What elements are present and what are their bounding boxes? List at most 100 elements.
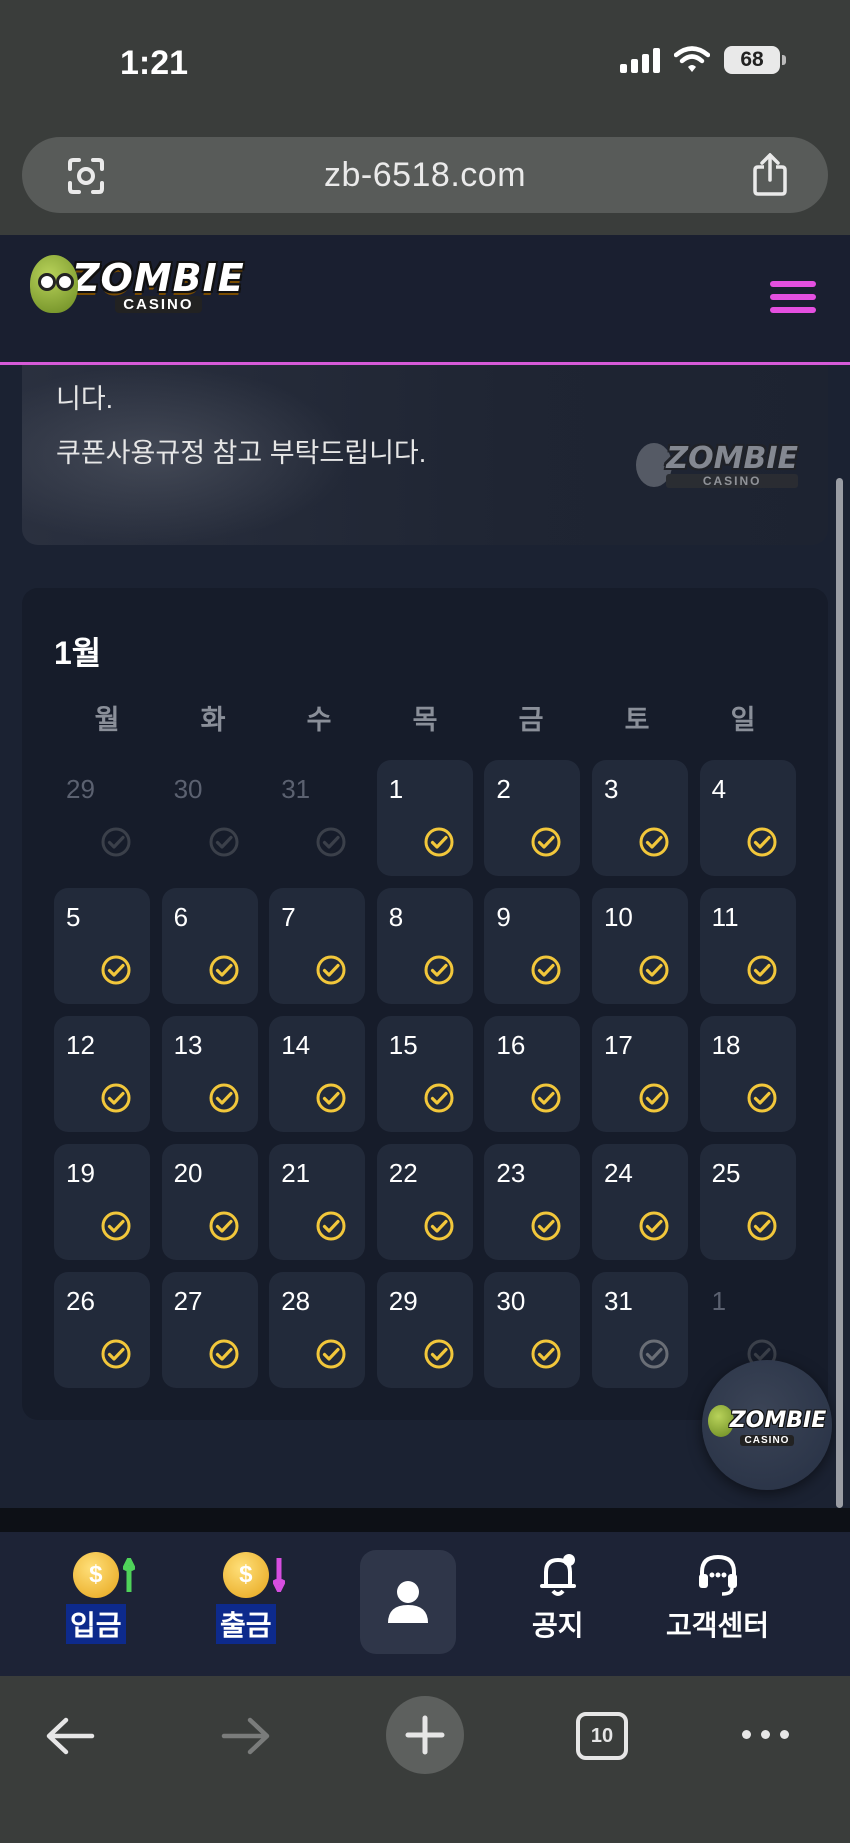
camera-search-icon[interactable] <box>66 157 106 195</box>
calendar-day-cell[interactable]: 1 <box>376 760 473 876</box>
calendar-day-cell[interactable]: 12 <box>54 1016 150 1132</box>
browser-top-bar: 1:21 68 zb-6518.com <box>0 0 850 235</box>
scrollbar[interactable] <box>836 478 843 1508</box>
new-tab-button[interactable] <box>386 1696 464 1774</box>
deposit-button[interactable]: $ 입금 <box>66 1552 135 1644</box>
calendar-day-cell[interactable]: 29 <box>54 760 150 876</box>
check-circle-icon <box>424 1339 454 1369</box>
share-icon[interactable] <box>752 153 788 197</box>
check-circle-icon <box>101 955 131 985</box>
calendar-day-cell[interactable]: 25 <box>699 1144 796 1260</box>
calendar-day-cell[interactable]: 2 <box>484 760 581 876</box>
profile-button[interactable] <box>360 1550 456 1654</box>
calendar-day-cell[interactable]: 19 <box>54 1144 150 1260</box>
check-circle-icon <box>209 1211 239 1241</box>
day-number: 14 <box>281 1030 311 1060</box>
calendar-day-cell[interactable]: 30 <box>484 1272 581 1388</box>
url-bar[interactable]: zb-6518.com <box>22 137 828 213</box>
check-circle-icon <box>747 1211 777 1241</box>
calendar-day-cell[interactable]: 30 <box>162 760 258 876</box>
more-icon[interactable] <box>742 1730 789 1739</box>
calendar-day-cell[interactable]: 7 <box>269 888 366 1004</box>
day-number: 19 <box>66 1158 95 1188</box>
user-icon <box>388 1581 428 1623</box>
bottom-nav: $ 입금 $ 출금 공지 고객센터 <box>0 1532 850 1676</box>
day-number: 20 <box>173 1158 203 1188</box>
check-circle-icon <box>639 827 669 857</box>
day-number: 11 <box>711 902 739 932</box>
watermark-logo-sub: CASINO <box>666 474 798 488</box>
calendar-day-cell[interactable]: 29 <box>376 1272 473 1388</box>
day-number: 13 <box>173 1030 203 1060</box>
check-circle-icon <box>424 1083 454 1113</box>
attendance-calendar: 1월 월 화 수 목 금 토 일 29 30 31 1 2 3 4 5 6 7 8 9 10 11 12 13… <box>22 588 828 1420</box>
calendar-day-cell[interactable]: 31 <box>269 760 365 876</box>
floating-logo-button[interactable]: ZOMBIE CASINO <box>702 1360 832 1490</box>
tabs-icon[interactable]: 10 <box>576 1712 628 1760</box>
calendar-day-cell[interactable]: 24 <box>591 1144 688 1260</box>
calendar-day-cell[interactable]: 23 <box>484 1144 581 1260</box>
hamburger-menu-icon[interactable] <box>770 281 816 320</box>
floating-logo-main: ZOMBIE <box>729 1408 827 1433</box>
calendar-day-cell[interactable]: 26 <box>54 1272 150 1388</box>
calendar-day-cell[interactable]: 17 <box>591 1016 688 1132</box>
check-circle-icon <box>209 1083 239 1113</box>
calendar-day-cell[interactable]: 27 <box>161 1272 258 1388</box>
back-arrow-icon[interactable] <box>44 1716 96 1756</box>
calendar-day-cell[interactable]: 21 <box>269 1144 366 1260</box>
check-circle-icon <box>424 1211 454 1241</box>
support-button[interactable]: 고객센터 <box>666 1552 769 1644</box>
day-number: 21 <box>281 1158 311 1188</box>
calendar-day-cell[interactable]: 3 <box>591 760 688 876</box>
day-number: 26 <box>66 1286 95 1316</box>
calendar-day-cell[interactable]: 20 <box>161 1144 258 1260</box>
weekday-label: 수 <box>306 705 332 735</box>
calendar-day-cell[interactable]: 11 <box>699 888 796 1004</box>
url-text[interactable]: zb-6518.com <box>324 156 526 195</box>
calendar-day-cell[interactable]: 8 <box>376 888 473 1004</box>
day-number: 31 <box>603 1286 633 1316</box>
calendar-day-cell[interactable]: 4 <box>699 760 796 876</box>
calendar-day-cell[interactable]: 6 <box>161 888 258 1004</box>
calendar-day-cell[interactable]: 9 <box>484 888 581 1004</box>
calendar-day-cell[interactable]: 5 <box>54 888 150 1004</box>
check-circle-icon <box>316 955 346 985</box>
day-number: 29 <box>388 1286 418 1316</box>
check-circle-icon <box>209 955 239 985</box>
site-logo[interactable]: ZOMBIE CASINO <box>30 255 245 313</box>
coin-down-icon: $ <box>222 1552 285 1598</box>
day-number: 29 <box>66 774 95 804</box>
check-circle-icon <box>639 955 669 985</box>
support-label: 고객센터 <box>666 1610 770 1641</box>
notice-label: 공지 <box>532 1610 584 1641</box>
calendar-day-cell[interactable]: 14 <box>269 1016 366 1132</box>
calendar-day-cell[interactable]: 31 <box>591 1272 688 1388</box>
day-number: 5 <box>66 902 81 932</box>
check-circle-icon <box>531 1211 561 1241</box>
check-circle-icon <box>531 827 561 857</box>
forward-arrow-icon[interactable] <box>220 1716 272 1756</box>
day-number: 17 <box>603 1030 633 1060</box>
check-circle-icon <box>316 1339 346 1369</box>
calendar-day-cell[interactable]: 10 <box>591 888 688 1004</box>
plus-icon <box>405 1715 445 1755</box>
day-number: 16 <box>496 1030 526 1060</box>
calendar-day-cell[interactable]: 16 <box>484 1016 581 1132</box>
check-circle-icon <box>747 1083 777 1113</box>
day-number: 1 <box>711 1286 727 1316</box>
calendar-day-cell[interactable]: 13 <box>161 1016 258 1132</box>
calendar-day-cell[interactable]: 15 <box>376 1016 473 1132</box>
notice-button[interactable]: 공지 <box>532 1552 584 1644</box>
calendar-day-cell[interactable]: 18 <box>699 1016 796 1132</box>
check-circle-icon <box>531 955 561 985</box>
calendar-day-cell[interactable]: 28 <box>269 1272 366 1388</box>
day-number: 7 <box>281 902 296 932</box>
withdraw-label: 출금 <box>216 1604 276 1644</box>
calendar-day-cell[interactable]: 22 <box>376 1144 473 1260</box>
zombie-head-icon <box>30 255 78 313</box>
check-circle-icon <box>316 1211 346 1241</box>
browser-bottom-toolbar: 10 <box>0 1676 850 1843</box>
withdraw-button[interactable]: $ 출금 <box>216 1552 285 1644</box>
coin-up-icon: $ <box>72 1552 135 1598</box>
weekday-label: 토 <box>624 705 650 735</box>
